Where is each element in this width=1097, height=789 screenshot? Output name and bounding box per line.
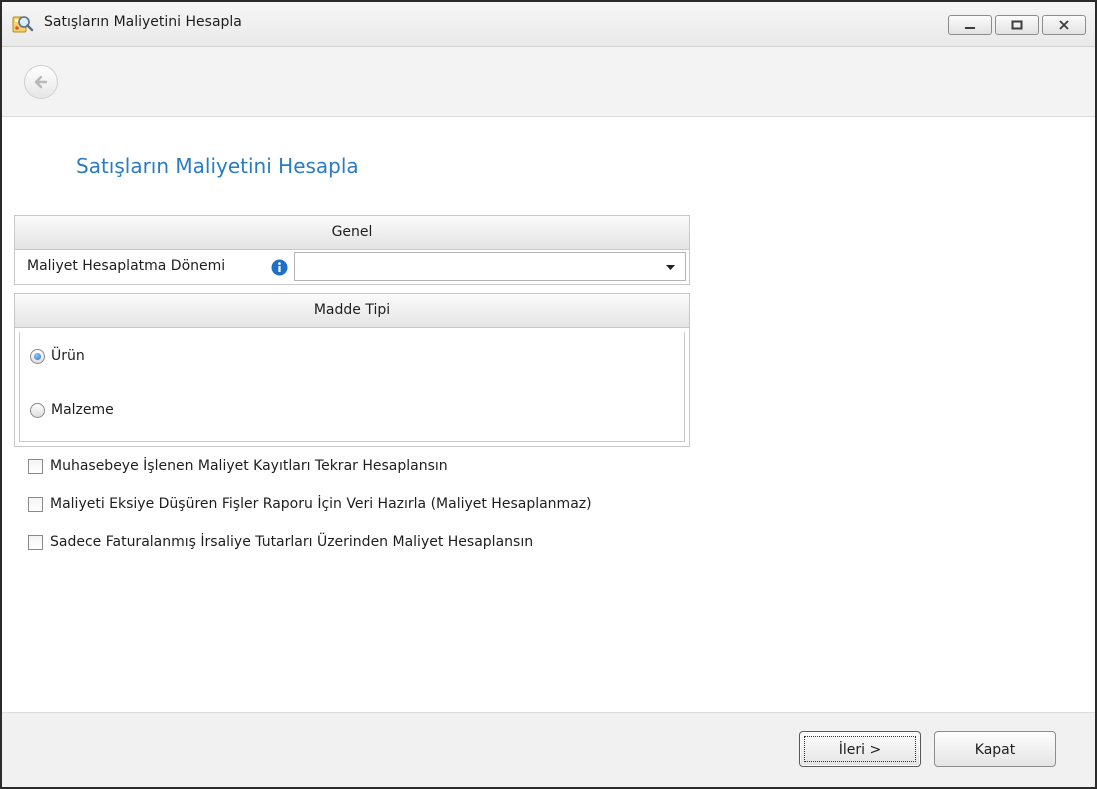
period-label: Maliyet Hesaplatma Dönemi: [27, 258, 226, 274]
footer-bar: İleri > Kapat: [2, 712, 1095, 787]
maximize-icon: [1011, 20, 1023, 30]
next-button-label: İleri >: [804, 736, 916, 762]
window-controls: [948, 15, 1086, 35]
checkbox[interactable]: [28, 534, 43, 550]
general-group-header: Genel: [15, 216, 689, 250]
maximize-button[interactable]: [995, 15, 1039, 35]
checkbox-invoiced-waybills[interactable]: Sadece Faturalanmış İrsaliye Tutarları Ü…: [28, 534, 533, 550]
close-icon: [1059, 20, 1069, 30]
radio-label: Ürün: [51, 348, 85, 364]
calculator-magnifier-icon: [12, 16, 34, 33]
radio-button[interactable]: [30, 402, 45, 418]
page-title: Satışların Maliyetini Hesapla: [76, 154, 359, 178]
checkbox-negative-report[interactable]: Maliyeti Eksiye Düşüren Fişler Raporu İç…: [28, 496, 592, 512]
period-dropdown[interactable]: [294, 252, 686, 281]
checkbox-recalculate-posted[interactable]: Muhasebeye İşlenen Maliyet Kayıtları Tek…: [28, 458, 448, 474]
radio-option-urun[interactable]: Ürün: [30, 348, 85, 364]
dialog-window: Satışların Maliyetini Hesapla Satışların…: [0, 0, 1097, 789]
item-type-group-header: Madde Tipi: [15, 294, 689, 328]
chevron-down-icon: [666, 265, 675, 270]
checkbox[interactable]: [28, 496, 43, 512]
next-button[interactable]: İleri >: [799, 731, 921, 767]
back-button[interactable]: [24, 65, 58, 99]
title-bar[interactable]: Satışların Maliyetini Hesapla: [2, 2, 1095, 47]
info-icon[interactable]: [271, 259, 288, 276]
period-field-row: Maliyet Hesaplatma Dönemi: [15, 250, 689, 284]
radio-button[interactable]: [30, 348, 45, 364]
checkbox[interactable]: [28, 458, 43, 474]
item-type-options: Ürün Malzeme: [19, 332, 685, 442]
window-title: Satışların Maliyetini Hesapla: [44, 14, 242, 30]
checkbox-label: Maliyeti Eksiye Düşüren Fişler Raporu İç…: [50, 496, 592, 512]
radio-label: Malzeme: [51, 402, 114, 418]
checkbox-label: Sadece Faturalanmış İrsaliye Tutarları Ü…: [50, 534, 534, 550]
close-button[interactable]: Kapat: [934, 731, 1056, 767]
radio-option-malzeme[interactable]: Malzeme: [30, 402, 114, 418]
item-type-group: Madde Tipi Ürün Malzeme: [14, 293, 690, 447]
general-group: Genel Maliyet Hesaplatma Dönemi: [14, 215, 690, 285]
back-arrow-icon: [34, 75, 48, 89]
minimize-icon: [965, 27, 975, 29]
navigation-bar: [2, 47, 1095, 117]
minimize-button[interactable]: [948, 15, 992, 35]
close-window-button[interactable]: [1042, 15, 1086, 35]
checkbox-label: Muhasebeye İşlenen Maliyet Kayıtları Tek…: [50, 458, 448, 474]
